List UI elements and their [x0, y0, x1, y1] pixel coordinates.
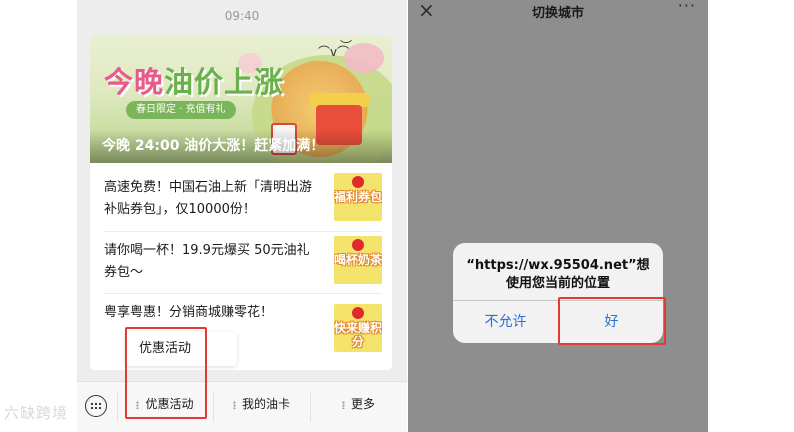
list-item[interactable]: 高速免费！中国石油上新「清明出游补贴券包」，仅10000份！ 福利券包 [104, 169, 382, 231]
more-options-icon[interactable]: ··· [678, 0, 696, 15]
article-card: ⌒v⌒ ︶ 今晚油价上涨 春日限定 · 充值有礼 今晚 24:00 油价大涨！赶… [90, 35, 392, 370]
submenu-indicator-icon [341, 401, 345, 409]
page-title: 切换城市 [531, 6, 584, 21]
petrochina-logo-icon [352, 176, 364, 188]
menu-item-more[interactable]: 更多 [310, 382, 407, 432]
banner-caption: 今晚 24:00 油价大涨！赶紧加满！ [90, 129, 392, 163]
menu-item-my-fuel-card[interactable]: 我的油卡 [213, 382, 310, 432]
location-permission-screen: × 切换城市 ··· “https://wx.95504.net”想使用您当前的… [408, 0, 708, 432]
article-title: 粤享粤惠！分销商城赚零花！ [104, 305, 274, 320]
article-title: 请你喝一杯！19.9元爆买 50元油礼券包～ [104, 243, 310, 280]
article-thumbnail: 喝杯奶茶 [334, 236, 382, 284]
swallow-icon: ︶ [340, 39, 353, 53]
page-header: × 切换城市 ··· [408, 0, 708, 22]
featured-article-banner[interactable]: ⌒v⌒ ︶ 今晚油价上涨 春日限定 · 充值有礼 今晚 24:00 油价大涨！赶… [90, 35, 392, 163]
article-thumbnail: 福利券包 [334, 173, 382, 221]
wechat-official-account-screen: 09:40 ⌒v⌒ ︶ 今晚油价上涨 春日限定 · 充值有礼 今晚 24:00 … [77, 0, 407, 432]
dialog-message: “https://wx.95504.net”想使用您当前的位置 [466, 258, 650, 291]
banner-headline: 今晚油价上涨 [104, 65, 285, 99]
composite-screenshot: 09:40 ⌒v⌒ ︶ 今晚油价上涨 春日限定 · 充值有礼 今晚 24:00 … [0, 0, 794, 432]
article-title: 高速免费！中国石油上新「清明出游补贴券包」，仅10000份！ [104, 180, 313, 217]
banner-tag: 春日限定 · 充值有礼 [126, 101, 236, 119]
article-thumbnail: 快来赚积分 [334, 304, 382, 352]
watermark: 六缺跨境 [4, 404, 69, 422]
highlight-annotation-box [558, 297, 666, 345]
keyboard-icon[interactable] [85, 395, 107, 417]
petrochina-logo-icon [352, 239, 364, 251]
petrochina-logo-icon [352, 307, 364, 319]
list-item[interactable]: 请你喝一杯！19.9元爆买 50元油礼券包～ 喝杯奶茶 [104, 231, 382, 293]
message-timestamp: 09:40 [224, 9, 260, 23]
highlight-annotation-box [125, 327, 207, 419]
submenu-indicator-icon [232, 401, 236, 409]
deny-button[interactable]: 不允许 [453, 301, 558, 343]
